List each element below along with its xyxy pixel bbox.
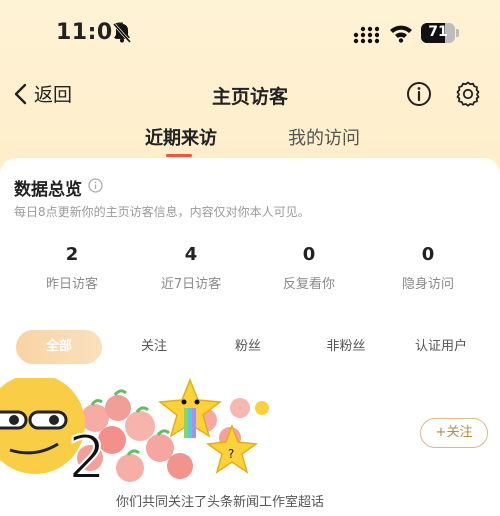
back-icon [14, 83, 27, 104]
svg-text:2: 2 [68, 423, 106, 493]
info-icon[interactable] [405, 80, 433, 108]
battery-level: 71 [428, 24, 448, 40]
overview-title: 数据总览 [14, 180, 82, 200]
stat-hidden-visits[interactable]: 0 隐身访问 [368, 244, 488, 292]
visitor-mutual-note: 你们共同关注了头条新闻工作室超话 [116, 495, 325, 510]
filter-fans[interactable]: 粉丝 [222, 330, 274, 364]
filter-chips: 全部 关注 粉丝 非粉丝 认证用户 [0, 330, 500, 364]
status-bar: 11:01 71 [0, 0, 500, 64]
stat-repeat-views[interactable]: 0 反复看你 [249, 244, 369, 292]
tab-recent-visits[interactable]: 近期来访 [145, 124, 217, 150]
nav-bar: 返回 主页访客 [0, 74, 500, 118]
stat-label: 隐身访问 [401, 277, 454, 292]
filter-verified-users[interactable]: 认证用户 [405, 330, 477, 364]
gear-icon[interactable] [454, 80, 482, 108]
visitor-list-item[interactable]: ? 2 +关注 你们共同关注了头条新闻工作室超话 [0, 378, 500, 514]
filter-non-fans[interactable]: 非粉丝 [315, 330, 377, 364]
wifi-icon [390, 25, 412, 43]
stat-label: 昨日访客 [45, 277, 98, 292]
visitor-tabs: 近期来访 我的访问 [0, 122, 500, 162]
stat-value: 4 [184, 244, 198, 265]
sticker-overlay: ? 2 [0, 378, 269, 494]
filter-following[interactable]: 关注 [128, 330, 180, 364]
back-button[interactable]: 返回 [12, 80, 72, 107]
stat-label: 反复看你 [282, 277, 335, 292]
stat-last-7-days[interactable]: 4 近7日访客 [131, 244, 251, 292]
battery-icon: 71 [421, 23, 461, 43]
overview-description: 每日8点更新你的主页访客信息，内容仅对你本人可见。 [14, 205, 310, 219]
help-icon[interactable] [88, 178, 103, 193]
overview-card: 数据总览 每日8点更新你的主页访客信息，内容仅对你本人可见。 2 昨日访客 4 … [0, 158, 500, 516]
stat-value: 0 [421, 244, 435, 265]
tab-my-visits[interactable]: 我的访问 [288, 124, 360, 150]
stat-label: 近7日访客 [160, 277, 222, 292]
follow-button[interactable]: +关注 [420, 418, 488, 448]
mute-icon [112, 23, 132, 43]
tab-active-indicator [166, 154, 192, 157]
stat-value: 2 [65, 244, 79, 265]
filter-all[interactable]: 全部 [16, 330, 102, 364]
stat-yesterday[interactable]: 2 昨日访客 [12, 244, 132, 292]
signal-icon [353, 26, 379, 44]
svg-text:?: ? [228, 447, 234, 461]
stat-value: 0 [302, 244, 316, 265]
back-label: 返回 [34, 84, 73, 106]
